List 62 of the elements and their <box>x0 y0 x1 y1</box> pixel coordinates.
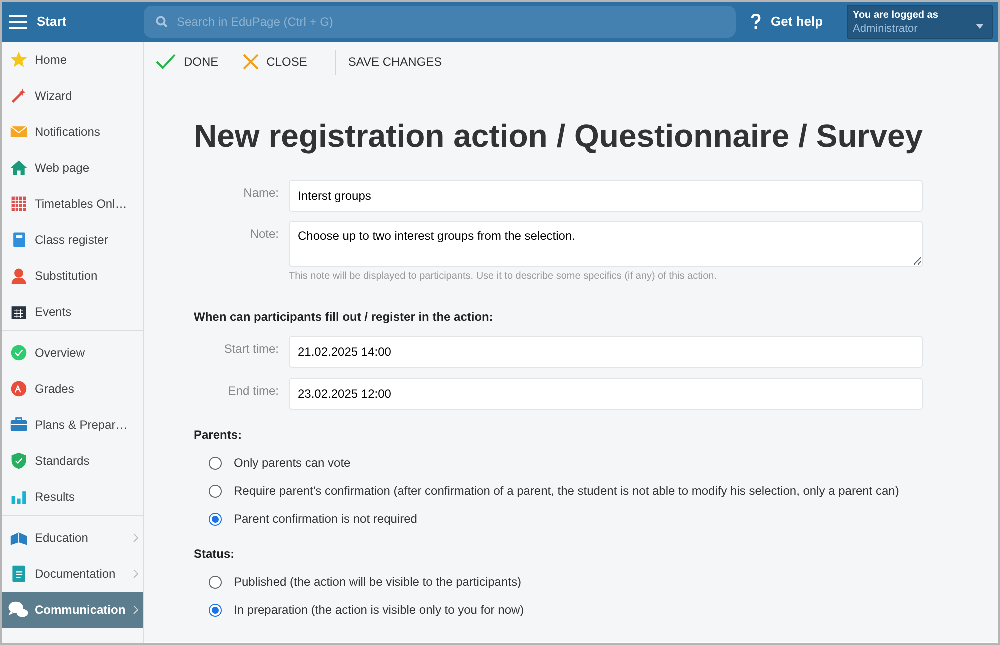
shield-icon <box>10 452 28 470</box>
sidebar-item[interactable]: Standards <box>2 443 143 479</box>
timetable-grid-icon <box>10 195 28 213</box>
app-title[interactable]: Start <box>37 12 67 32</box>
radio-label: Require parent's confirmation (after confirmation of a parent, the student is not able to modify his selection, only a parent can) <box>234 483 900 500</box>
page-title: New registration action / Questionnaire / Survey <box>194 117 924 156</box>
note-field[interactable]: Choose up to two interest groups from the selection. <box>289 221 924 267</box>
radio-button[interactable] <box>209 576 222 588</box>
search-icon <box>156 16 168 28</box>
section-heading: Parents: <box>194 427 244 444</box>
person-icon <box>10 267 28 285</box>
radio-button[interactable] <box>209 484 222 498</box>
check-badge-icon <box>10 344 28 362</box>
field-label: Start time: <box>223 341 279 358</box>
close-icon <box>242 54 259 70</box>
question-mark-icon <box>751 14 761 30</box>
dropdown-caret-icon <box>976 24 984 29</box>
document-icon <box>10 565 28 583</box>
help-button[interactable]: Get help <box>751 12 824 32</box>
sidebar-item[interactable]: Communication <box>2 592 143 628</box>
radio-button[interactable] <box>209 512 222 526</box>
sidebar-item[interactable]: Events <box>2 294 143 330</box>
menu-icon[interactable] <box>9 15 27 29</box>
radio-label: Published (the action will be visible to the participants) <box>234 574 522 591</box>
field-label: Name: <box>242 185 279 202</box>
radio-label: Parent confirmation is not required <box>234 511 418 528</box>
section-heading: Status: <box>194 546 236 563</box>
star-icon <box>10 51 28 69</box>
house-icon <box>10 159 28 177</box>
checkmark-icon <box>156 54 176 70</box>
text-field[interactable]: 23.02.2025 12:00 <box>289 378 924 410</box>
radio-label: In preparation (the action is visible only to you for now) <box>234 602 524 619</box>
sidebar-item[interactable]: Grades <box>2 371 143 407</box>
radio-button[interactable] <box>209 604 222 616</box>
radio-label: Only parents can vote <box>234 455 351 472</box>
toolbar-button[interactable]: DONE <box>156 53 219 71</box>
search-field[interactable]: Search in EduPage (Ctrl + G) <box>144 6 736 38</box>
sidebar-item[interactable]: Overview <box>2 335 143 371</box>
field-label: Note: <box>249 226 279 243</box>
toolbar-button[interactable]: CLOSE <box>242 53 308 71</box>
sidebar-item[interactable]: Plans & Prepar… <box>2 407 143 443</box>
sidebar-item[interactable]: Web page <box>2 150 143 186</box>
field-label: End time: <box>227 383 279 400</box>
sidebar-item[interactable]: Education <box>2 520 143 556</box>
magic-wand-icon <box>10 87 28 105</box>
sidebar-item[interactable]: Home <box>2 42 143 78</box>
sidebar-item[interactable]: Timetables Onl… <box>2 186 143 222</box>
text-field[interactable]: Interst groups <box>289 180 924 212</box>
sidebar-item[interactable]: Class register <box>2 222 143 258</box>
radio-button[interactable] <box>209 456 222 470</box>
sidebar-item[interactable]: Wizard <box>2 78 143 114</box>
hint-text: This note will be displayed to participants. Use it to describe some specifics (if any) of this action. <box>289 270 718 284</box>
text-field[interactable]: 21.02.2025 14:00 <box>289 336 924 368</box>
sidebar-item[interactable]: Results <box>2 479 143 515</box>
briefcase-icon <box>10 416 28 434</box>
sidebar-item[interactable]: Notifications <box>2 114 143 150</box>
user-menu[interactable]: You are logged as Administrator <box>847 5 994 39</box>
sidebar-item[interactable]: Documentation <box>2 556 143 592</box>
section-heading: When can participants fill out / register in the action: <box>194 309 494 326</box>
toolbar-button[interactable]: SAVE CHANGES <box>348 53 442 71</box>
grade-circle-icon <box>10 380 28 398</box>
sidebar-item[interactable]: Substitution <box>2 258 143 294</box>
